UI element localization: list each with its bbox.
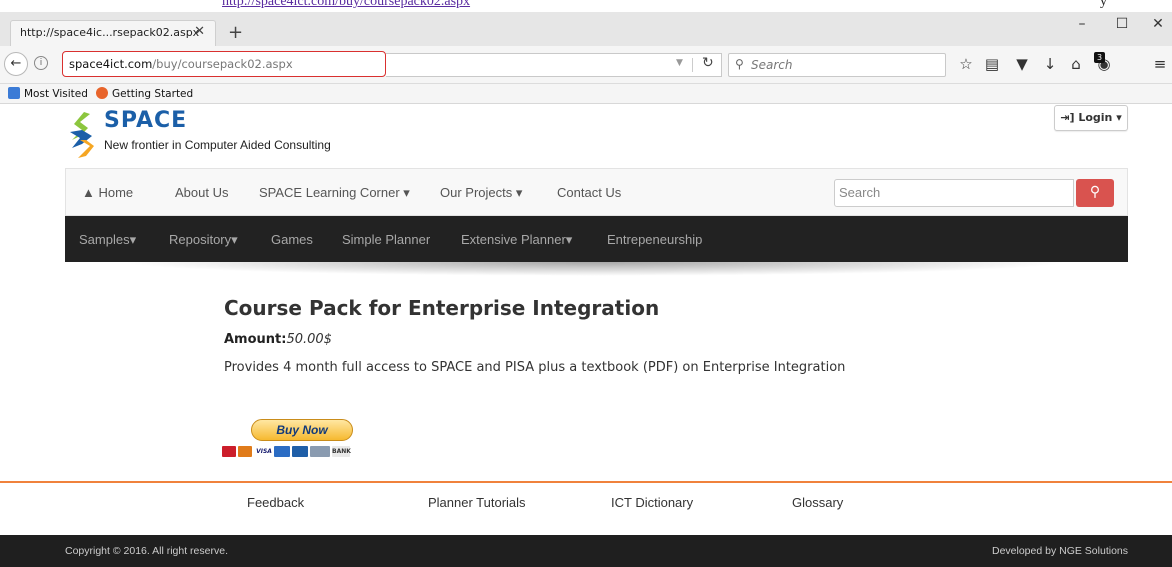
pocket-icon[interactable]: ▼	[1012, 55, 1032, 73]
amount-value: 50.00$	[286, 332, 332, 347]
bookmark-getting-started[interactable]: Getting Started	[96, 87, 193, 100]
card-icon	[292, 446, 308, 457]
url-text: space4ict.com/buy/coursepack02.aspx	[69, 57, 293, 71]
close-window-button[interactable]: ✕	[1148, 16, 1168, 32]
search-icon: ⚲	[1089, 184, 1101, 200]
top-strip: http://space4ict.com/buy/coursepack02.as…	[0, 0, 1172, 12]
echeck-icon	[310, 446, 330, 457]
browser-search-input[interactable]: ⚲ Search	[728, 53, 946, 77]
nav-learning-corner[interactable]: SPACE Learning Corner ▾	[259, 185, 410, 201]
history-dropdown-icon[interactable]: ▼	[676, 58, 683, 68]
title-bar: http://space4ic...rsepack02.aspx ✕ + – ☐…	[0, 12, 1172, 46]
footer-ict-dictionary[interactable]: ICT Dictionary	[611, 495, 693, 510]
home-icon: ▲	[82, 185, 99, 200]
reload-icon[interactable]: ↻	[702, 55, 714, 71]
firefox-icon	[96, 87, 108, 99]
amount: Amount:50.00$	[224, 332, 332, 347]
new-tab-button[interactable]: +	[228, 22, 243, 43]
subnav-games[interactable]: Games	[271, 232, 313, 247]
page-title: Course Pack for Enterprise Integration	[224, 296, 660, 320]
back-button[interactable]: ←	[4, 52, 28, 76]
footer-divider	[0, 481, 1172, 483]
search-placeholder: Search	[751, 58, 793, 72]
extension-badge: 3	[1094, 52, 1105, 63]
bookmarks-bar: Most Visited Getting Started	[0, 84, 1172, 104]
subnav-entrepreneurship[interactable]: Entrepeneurship	[607, 232, 702, 247]
footer-glossary[interactable]: Glossary	[792, 495, 843, 510]
copyright: Copyright © 2016. All right reserve.	[65, 545, 228, 557]
subnav-simple-planner[interactable]: Simple Planner	[342, 232, 430, 247]
main-nav: ▲ Home About Us SPACE Learning Corner ▾ …	[65, 168, 1128, 216]
maestro-icon	[222, 446, 236, 457]
minimize-button[interactable]: –	[1072, 16, 1092, 32]
bank-icon: BANK	[332, 446, 351, 457]
nav-contact-us[interactable]: Contact Us	[557, 185, 621, 200]
sub-nav: Samples▾ Repository▾ Games Simple Planne…	[65, 216, 1128, 262]
top-right-text: y	[1100, 0, 1107, 9]
site-search-button[interactable]: ⚲	[1076, 179, 1114, 207]
folder-icon	[8, 87, 20, 99]
address-bar-extension[interactable]	[386, 53, 722, 77]
divider	[692, 58, 693, 72]
home-icon[interactable]: ⌂	[1066, 55, 1086, 73]
buy-now-button[interactable]: Buy Now	[251, 419, 353, 441]
reading-list-icon[interactable]: ▤	[982, 55, 1002, 73]
download-icon[interactable]: ↓	[1040, 55, 1060, 73]
nav-about-us[interactable]: About Us	[175, 185, 228, 200]
brand-name[interactable]: SPACE	[104, 108, 187, 133]
footer-feedback[interactable]: Feedback	[247, 495, 304, 510]
tab-title: http://space4ic...rsepack02.aspx	[20, 26, 200, 39]
amex-icon	[274, 446, 290, 457]
nav-our-projects[interactable]: Our Projects ▾	[440, 185, 522, 201]
site-search-input[interactable]: Search	[834, 179, 1074, 207]
bottom-bar: Copyright © 2016. All right reserve. Dev…	[0, 535, 1172, 567]
subnav-repository[interactable]: Repository▾	[169, 232, 238, 248]
nav-home[interactable]: ▲ Home	[82, 185, 133, 200]
maximize-button[interactable]: ☐	[1112, 16, 1132, 32]
login-button[interactable]: ⇥] Login ▾	[1054, 105, 1128, 131]
subnav-extensive-planner[interactable]: Extensive Planner▾	[461, 232, 572, 248]
close-icon[interactable]: ✕	[194, 24, 205, 39]
visa-icon: VISA	[256, 446, 272, 457]
star-icon[interactable]: ☆	[956, 55, 976, 73]
browser-tab[interactable]: http://space4ic...rsepack02.aspx ✕	[10, 20, 216, 46]
bookmark-most-visited[interactable]: Most Visited	[8, 87, 88, 100]
space-logo-icon	[70, 112, 94, 158]
subnav-samples[interactable]: Samples▾	[79, 232, 136, 248]
browser-navbar: ← i space4ict.com/buy/coursepack02.aspx …	[0, 46, 1172, 84]
tagline: New frontier in Computer Aided Consultin…	[104, 138, 331, 152]
search-icon: ⚲	[735, 57, 744, 71]
mastercard-icon	[238, 446, 252, 457]
info-icon[interactable]: i	[34, 56, 48, 70]
top-link[interactable]: http://space4ict.com/buy/coursepack02.as…	[222, 0, 470, 10]
developer-credit: Developed by NGE Solutions	[992, 545, 1128, 557]
nav-shadow	[120, 262, 1070, 276]
footer-planner-tutorials[interactable]: Planner Tutorials	[428, 495, 526, 510]
description: Provides 4 month full access to SPACE an…	[224, 360, 846, 375]
address-bar[interactable]: space4ict.com/buy/coursepack02.aspx	[62, 51, 386, 77]
menu-icon[interactable]: ≡	[1150, 55, 1170, 73]
